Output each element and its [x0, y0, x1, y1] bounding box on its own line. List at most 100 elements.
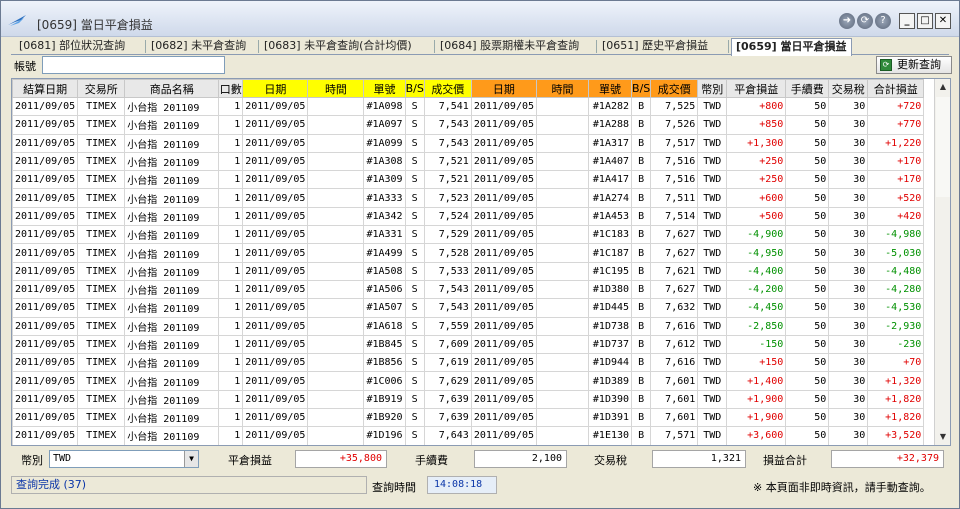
cell-close-bs: B — [631, 408, 652, 428]
close-icon[interactable]: ✕ — [935, 13, 951, 29]
cell-tax: 30 — [828, 115, 869, 135]
table-row[interactable]: 2011/09/05 TIMEX 小台指 201109 1 2011/09/05 #1A3… — [12, 206, 925, 227]
cell-close-bs: B — [631, 353, 652, 373]
cell-settle-date: 2011/09/05 — [12, 225, 79, 245]
minimize-icon[interactable]: _ — [899, 13, 915, 29]
cell-settle-date: 2011/09/05 — [12, 170, 79, 190]
cell-total: +1,320 — [867, 371, 925, 391]
col-header-open-time[interactable]: 時間 — [307, 79, 365, 98]
cell-fee: 50 — [785, 188, 830, 208]
cell-product: 小台指 201109 — [124, 115, 220, 135]
table-row[interactable]: 2011/09/05 TIMEX 小台指 201109 1 2011/09/05 #1A6… — [12, 316, 925, 336]
cell-open-bs: S — [404, 170, 425, 190]
cell-close-date: 2011/09/05 — [470, 96, 538, 117]
col-header-close-price[interactable]: 成交價 — [650, 79, 699, 98]
cell-pnl: -4,900 — [726, 225, 787, 245]
cell-close-order: #1A417 — [588, 170, 633, 190]
tab-0659[interactable]: [0659] 當日平倉損益 — [731, 38, 852, 56]
table-row[interactable]: 2011/09/05 TIMEX 小台指 201109 1 2011/09/05 #1B8… — [12, 334, 925, 355]
cell-pnl: +250 — [726, 151, 787, 172]
scroll-up-icon[interactable]: ▲ — [935, 79, 950, 95]
cell-product: 小台指 201109 — [124, 408, 220, 428]
maximize-icon[interactable]: □ — [917, 13, 933, 29]
table-row[interactable]: 2011/09/05 TIMEX 小台指 201109 1 2011/09/05 #1B9… — [12, 408, 925, 428]
col-header-close-order[interactable]: 單號 — [588, 79, 633, 98]
col-header-total[interactable]: 合計損益 — [867, 79, 925, 98]
col-header-close-date[interactable]: 日期 — [470, 79, 538, 98]
scroll-down-icon[interactable]: ▼ — [935, 429, 950, 445]
col-header-exchange[interactable]: 交易所 — [77, 79, 126, 98]
tab-separator — [434, 40, 435, 53]
cell-pnl: +850 — [726, 115, 787, 135]
table-row[interactable]: 2011/09/05 TIMEX 小台指 201109 1 2011/09/05 #1A0… — [12, 115, 925, 135]
forward-icon[interactable]: ➜ — [839, 13, 855, 29]
table-row[interactable]: 2011/09/05 TIMEX 小台指 201109 1 2011/09/05 #1A3… — [12, 170, 925, 190]
cell-open-bs: S — [404, 151, 425, 172]
currency-select[interactable]: TWD ▼ — [49, 450, 199, 468]
cell-pnl: +1,900 — [726, 408, 787, 428]
cell-open-date: 2011/09/05 — [242, 188, 309, 208]
col-header-open-date[interactable]: 日期 — [242, 79, 309, 98]
table-row[interactable]: 2011/09/05 TIMEX 小台指 201109 1 2011/09/05 #1B9… — [12, 389, 925, 410]
col-header-open-price[interactable]: 成交價 — [423, 79, 472, 98]
table-row[interactable]: 2011/09/05 TIMEX 小台指 201109 1 2011/09/05 #1A3… — [12, 188, 925, 208]
refresh-query-button[interactable]: ⟳ 更新查詢 — [876, 56, 952, 74]
col-header-open-bs[interactable]: B/S — [404, 79, 425, 98]
cell-open-date: 2011/09/05 — [242, 371, 309, 391]
col-header-settle-date[interactable]: 結算日期 — [12, 79, 79, 98]
cell-product: 小台指 201109 — [124, 334, 220, 355]
vertical-scrollbar[interactable]: ▲ ▼ — [934, 79, 950, 445]
col-header-close-bs[interactable]: B/S — [631, 79, 652, 98]
table-row[interactable]: 2011/09/05 TIMEX 小台指 201109 1 2011/09/05 #1A5… — [12, 298, 925, 318]
col-header-qty[interactable]: 口數 — [218, 79, 244, 98]
tab-0651[interactable]: [0651] 歷史平倉損益 — [598, 38, 712, 55]
cell-open-time — [307, 243, 365, 263]
col-header-product[interactable]: 商品名稱 — [124, 79, 220, 98]
col-header-pnl[interactable]: 平倉損益 — [726, 79, 787, 98]
table-row[interactable]: 2011/09/05 TIMEX 小台指 201109 1 2011/09/05 #1D1… — [12, 426, 925, 445]
tab-0683[interactable]: [0683] 未平倉查詢(合計均價) — [260, 38, 416, 55]
cell-product: 小台指 201109 — [124, 188, 220, 208]
table-row[interactable]: 2011/09/05 TIMEX 小台指 201109 1 2011/09/05 #1A0… — [12, 96, 925, 117]
cell-settle-date: 2011/09/05 — [12, 389, 79, 410]
cell-pnl: +1,300 — [726, 133, 787, 153]
tab-0681[interactable]: [0681] 部位狀況查詢 — [15, 38, 129, 55]
cell-close-bs: B — [631, 316, 652, 336]
col-header-open-order[interactable]: 單號 — [363, 79, 406, 98]
table-row[interactable]: 2011/09/05 TIMEX 小台指 201109 1 2011/09/05 #1A4… — [12, 243, 925, 263]
table-row[interactable]: 2011/09/05 TIMEX 小台指 201109 1 2011/09/05 #1A3… — [12, 151, 925, 172]
table-row[interactable]: 2011/09/05 TIMEX 小台指 201109 1 2011/09/05 #1A3… — [12, 225, 925, 245]
table-row[interactable]: 2011/09/05 TIMEX 小台指 201109 1 2011/09/05 #1A0… — [12, 133, 925, 153]
account-input[interactable] — [42, 56, 225, 74]
table-row[interactable]: 2011/09/05 TIMEX 小台指 201109 1 2011/09/05 #1C0… — [12, 371, 925, 391]
cell-settle-date: 2011/09/05 — [12, 206, 79, 227]
cell-open-order: #1A499 — [363, 243, 406, 263]
table-row[interactable]: 2011/09/05 TIMEX 小台指 201109 1 2011/09/05 #1B8… — [12, 353, 925, 373]
tab-0682[interactable]: [0682] 未平倉查詢 — [147, 38, 250, 55]
cell-currency: TWD — [697, 151, 728, 172]
col-header-close-time[interactable]: 時間 — [536, 79, 590, 98]
cell-currency: TWD — [697, 188, 728, 208]
cell-tax: 30 — [828, 96, 869, 117]
col-header-currency[interactable]: 幣別 — [697, 79, 728, 98]
refresh-circle-icon[interactable]: ⟳ — [857, 13, 873, 29]
cell-open-bs: S — [404, 316, 425, 336]
chevron-down-icon[interactable]: ▼ — [184, 451, 198, 467]
cell-open-bs: S — [404, 261, 425, 281]
summary-bar: 幣別 TWD ▼ 平倉損益 +35,800 手續費 2,100 交易稅 1,32… — [11, 448, 951, 470]
cell-close-price: 7,616 — [650, 316, 699, 336]
scroll-thumb[interactable] — [936, 97, 950, 197]
col-header-tax[interactable]: 交易稅 — [828, 79, 869, 98]
cell-close-price: 7,517 — [650, 133, 699, 153]
cell-open-time — [307, 115, 365, 135]
cell-tax: 30 — [828, 389, 869, 410]
cell-pnl: -4,950 — [726, 243, 787, 263]
help-icon[interactable]: ? — [875, 13, 891, 29]
table-row[interactable]: 2011/09/05 TIMEX 小台指 201109 1 2011/09/05 #1A5… — [12, 261, 925, 281]
cell-open-time — [307, 298, 365, 318]
table-row[interactable]: 2011/09/05 TIMEX 小台指 201109 1 2011/09/05 #1A5… — [12, 279, 925, 300]
query-time-value: 14:08:18 — [427, 476, 497, 494]
col-header-fee[interactable]: 手續費 — [785, 79, 830, 98]
grand-total-value: +32,379 — [831, 450, 944, 468]
tab-0684[interactable]: [0684] 股票期權未平倉查詢 — [436, 38, 583, 55]
